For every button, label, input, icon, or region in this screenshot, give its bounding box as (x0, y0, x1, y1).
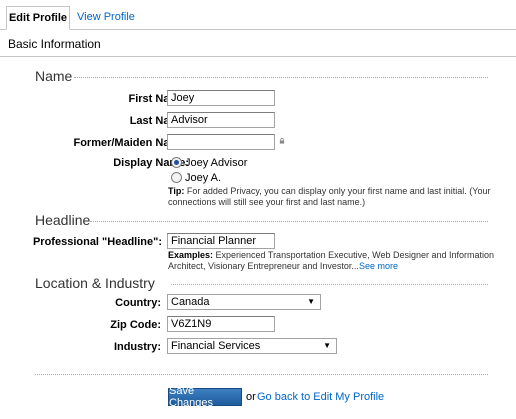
tab-edit-profile[interactable]: Edit Profile (6, 6, 70, 30)
section-divider (171, 284, 488, 285)
former-name-label: Former/Maiden Name: (73, 137, 189, 149)
dropdown-arrow-icon: ▼ (307, 297, 315, 306)
lock-icon (279, 138, 285, 144)
first-name-label: First Name: (128, 93, 189, 105)
display-option-short-radio[interactable] (171, 172, 182, 183)
industry-label: Industry: (113, 341, 161, 353)
headline-input[interactable]: Financial Planner (167, 233, 275, 249)
examples-label: Examples: (168, 250, 214, 260)
display-option-short-label[interactable]: Joey A. (185, 172, 221, 184)
country-select[interactable]: Canada ▼ (167, 294, 321, 310)
country-value: Canada (171, 296, 210, 308)
zip-code-label: Zip Code: (110, 319, 161, 331)
section-title-location: Location & Industry (35, 275, 155, 291)
tab-divider (0, 29, 516, 30)
last-name-label: Last Name: (129, 115, 189, 127)
section-title-headline: Headline (35, 212, 91, 228)
former-name-input[interactable] (167, 134, 275, 150)
display-option-full-label[interactable]: Joey Advisor (185, 157, 247, 169)
dropdown-arrow-icon: ▼ (323, 341, 331, 350)
tip-text: For added Privacy, you can display only … (168, 186, 491, 207)
go-back-link[interactable]: Go back to Edit My Profile (257, 391, 384, 403)
last-name-input[interactable]: Advisor (167, 112, 275, 128)
footer-divider (35, 374, 488, 375)
tip-label: Tip: (168, 186, 185, 196)
or-text: or (246, 391, 256, 403)
section-divider (90, 221, 488, 222)
industry-value: Financial Services (171, 340, 261, 352)
tab-view-profile[interactable]: View Profile (77, 11, 135, 23)
display-name-label: Display Name: (113, 157, 189, 169)
headline-label: Professional "Headline": (32, 236, 162, 248)
headline-examples: Examples: Experienced Transportation Exe… (168, 250, 503, 272)
page-title: Basic Information (8, 37, 101, 51)
country-label: Country: (115, 297, 161, 309)
examples-text: Experienced Transportation Executive, We… (168, 250, 495, 271)
zip-code-input[interactable]: V6Z1N9 (167, 316, 275, 332)
section-divider (74, 77, 488, 78)
display-option-full-radio[interactable] (171, 157, 182, 168)
first-name-input[interactable]: Joey (167, 90, 275, 106)
save-changes-button[interactable]: Save Changes (168, 385, 242, 409)
header-divider (0, 56, 516, 57)
section-title-name: Name (35, 68, 73, 84)
see-more-link[interactable]: See more (359, 261, 398, 271)
industry-select[interactable]: Financial Services ▼ (167, 338, 337, 354)
privacy-tip: Tip: For added Privacy, you can display … (168, 186, 503, 208)
